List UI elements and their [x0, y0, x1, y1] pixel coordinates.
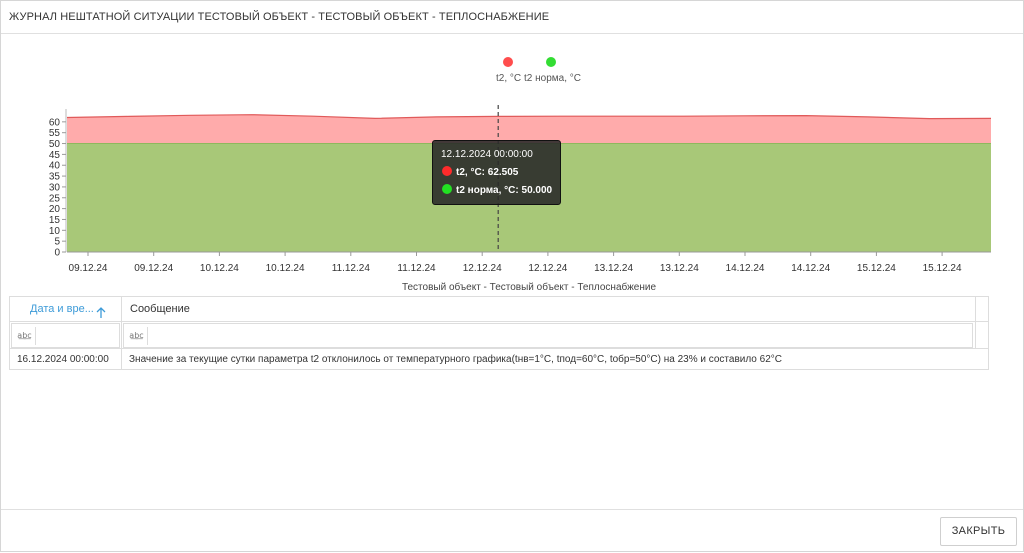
y-tick-label: 50 — [49, 139, 61, 150]
x-tick-label: 10.12.24 — [200, 263, 239, 274]
y-tick-label: 45 — [49, 150, 61, 161]
y-axis: 051015202530354045505560 — [49, 109, 67, 259]
close-button[interactable]: ЗАКРЫТЬ — [940, 517, 1017, 546]
y-tick-label: 20 — [49, 204, 61, 215]
x-tick-label: 11.12.24 — [397, 263, 436, 274]
tooltip-t2-text: t2, °C: 62.505 — [456, 167, 519, 178]
y-tick-label: 30 — [49, 182, 61, 193]
x-tick-label: 15.12.24 — [857, 263, 896, 274]
journal-dialog: ЖУРНАЛ НЕШТАТНОЙ СИТУАЦИИ ТЕСТОВЫЙ ОБЪЕК… — [0, 0, 1024, 552]
legend-t2-dot[interactable] — [503, 57, 513, 67]
text-filter-icon[interactable]: a͟b͟c — [14, 327, 36, 345]
text-filter-icon[interactable]: a͟b͟c — [126, 327, 148, 345]
y-tick-label: 25 — [49, 193, 61, 204]
chart-legend: t2, °C t2 норма, °C — [481, 55, 601, 89]
x-tick-label: 14.12.24 — [791, 263, 830, 274]
x-tick-label: 10.12.24 — [266, 263, 305, 274]
x-tick-label: 13.12.24 — [594, 263, 633, 274]
y-tick-label: 60 — [49, 117, 61, 128]
column-header-message[interactable]: Сообщение — [130, 297, 190, 322]
x-tick-label: 13.12.24 — [660, 263, 699, 274]
column-header-date[interactable]: Дата и вре... — [30, 297, 106, 322]
grid-header: Дата и вре... Сообщение — [10, 297, 988, 370]
x-tick-label: 09.12.24 — [134, 263, 173, 274]
column-header-date-label[interactable]: Дата и вре... — [30, 303, 94, 315]
tooltip-t2-norm-text: t2 норма, °C: 50.000 — [456, 185, 553, 196]
message-filter-input[interactable]: a͟b͟c — [123, 323, 973, 348]
x-tick-label: 12.12.24 — [463, 263, 502, 274]
chart-tooltip: 12.12.2024 00:00:00 t2, °C: 62.505 t2 но… — [432, 140, 561, 205]
tooltip-t2-dot — [442, 166, 452, 176]
date-filter-input[interactable]: a͟b͟c — [11, 323, 120, 348]
cell-message: Значение за текущие сутки параметра t2 о… — [129, 354, 782, 365]
y-tick-label: 35 — [49, 172, 61, 183]
y-tick-label: 5 — [54, 237, 60, 248]
x-axis: 09.12.24 09.12.24 10.12.24 10.12.24 11.12.24… — [67, 251, 991, 274]
legend-t2-label[interactable]: t2, °C — [496, 73, 521, 84]
y-tick-label: 40 — [49, 161, 61, 172]
x-tick-label: 12.12.24 — [528, 263, 567, 274]
x-tick-label: 09.12.24 — [69, 263, 108, 274]
y-tick-label: 10 — [49, 226, 61, 237]
cell-date: 16.12.2024 00:00:00 — [17, 354, 109, 365]
legend-t2-norm-label[interactable]: t2 норма, °C — [524, 73, 581, 84]
y-tick-label: 55 — [49, 128, 61, 139]
dialog-footer — [1, 509, 1023, 553]
sort-ascending-icon[interactable] — [96, 304, 106, 318]
x-tick-label: 11.12.24 — [332, 263, 371, 274]
dialog-header: ЖУРНАЛ НЕШТАТНОЙ СИТУАЦИИ ТЕСТОВЫЙ ОБЪЕК… — [1, 1, 1023, 34]
table-row[interactable]: 16.12.2024 00:00:00 Значение за текущие … — [10, 349, 976, 370]
tooltip-t2-row: t2, °C: 62.505 — [442, 166, 518, 178]
x-tick-label: 14.12.24 — [726, 263, 765, 274]
tooltip-t2-norm-row: t2 норма, °C: 50.000 — [442, 184, 552, 196]
x-axis-title: Тестовый объект - Тестовый объект - Тепл… — [402, 281, 657, 293]
tooltip-date: 12.12.2024 00:00:00 — [441, 149, 533, 160]
x-tick-label: 15.12.24 — [923, 263, 962, 274]
tooltip-t2-norm-dot — [442, 184, 452, 194]
filter-row: a͟b͟c a͟b͟c — [10, 322, 988, 349]
dialog-title: ЖУРНАЛ НЕШТАТНОЙ СИТУАЦИИ ТЕСТОВЫЙ ОБЪЕК… — [9, 11, 550, 23]
events-grid: Дата и вре... Сообщение a͟b͟c a͟b͟c 16.1… — [9, 296, 989, 370]
y-tick-label: 15 — [49, 215, 61, 226]
y-tick-label: 0 — [54, 248, 60, 259]
legend-t2-norm-dot[interactable] — [546, 57, 556, 67]
